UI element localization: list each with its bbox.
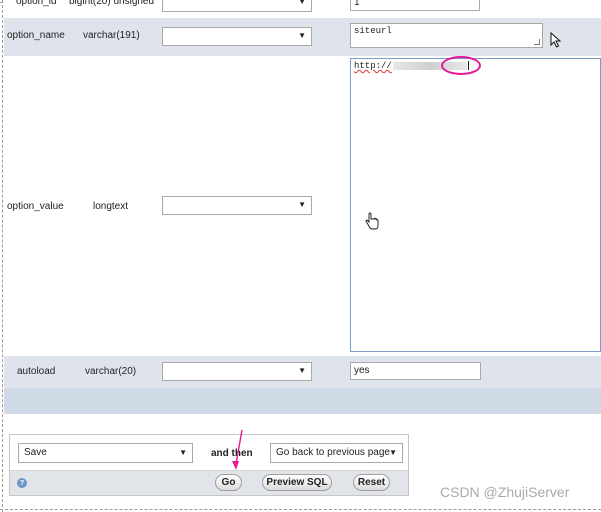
panel-button-bar: ? Go Preview SQL Reset <box>10 470 408 495</box>
bottom-dashed-border <box>0 509 601 510</box>
preview-sql-button[interactable]: Preview SQL <box>262 474 332 491</box>
column-type: varchar(191) <box>83 30 140 41</box>
help-icon[interactable]: ? <box>17 478 27 488</box>
triangle-down-icon: ▼ <box>298 200 306 209</box>
triangle-down-icon: ▼ <box>179 448 187 457</box>
action-select-value: Save <box>24 447 47 458</box>
option-name-textarea[interactable]: siteurl <box>350 23 543 48</box>
row-option-id: option_id bigint(20) unsigned ▼ 1 <box>4 0 601 14</box>
watermark: CSDN @ZhujiServer <box>440 484 570 500</box>
column-type: varchar(20) <box>85 366 137 377</box>
action-select[interactable]: Save ▼ <box>18 443 193 463</box>
column-name: option_id <box>16 0 57 7</box>
resize-grip-icon[interactable] <box>534 39 540 45</box>
annotation-ellipse <box>441 56 481 75</box>
action-panel: Save ▼ and then Go back to previous page… <box>9 434 409 496</box>
triangle-down-icon: ▼ <box>298 0 306 6</box>
reset-button[interactable]: Reset <box>353 474 390 491</box>
function-select[interactable]: ▼ <box>162 27 312 46</box>
after-insert-select[interactable]: Go back to previous page ▼ <box>270 443 403 463</box>
row-option-value: option_value longtext ▼ http:// <box>4 56 601 356</box>
blank-row <box>4 388 601 414</box>
annotation-arrow-icon <box>232 429 243 470</box>
autoload-value: yes <box>354 365 370 376</box>
go-button[interactable]: Go <box>215 474 242 491</box>
option-value-text: http:// <box>354 61 392 71</box>
option-name-value: siteurl <box>354 26 392 36</box>
column-type: longtext <box>93 201 129 212</box>
triangle-down-icon: ▼ <box>298 31 306 40</box>
option-id-input[interactable]: 1 <box>350 0 480 11</box>
after-insert-select-value: Go back to previous page <box>276 447 390 458</box>
row-autoload: autoload varchar(20) ▼ yes <box>4 356 601 388</box>
column-name: option_name <box>7 30 65 41</box>
function-select[interactable]: ▼ <box>162 196 312 215</box>
column-name: autoload <box>17 366 56 377</box>
row-option-name: option_name varchar(191) ▼ siteurl <box>4 18 601 56</box>
arrow-cursor-icon <box>550 32 562 48</box>
left-dashed-border <box>2 0 3 512</box>
function-select[interactable]: ▼ <box>162 0 312 12</box>
option-value-textarea[interactable]: http:// <box>350 58 601 352</box>
column-name: option_value <box>7 201 64 212</box>
function-select[interactable]: ▼ <box>162 362 312 381</box>
triangle-down-icon: ▼ <box>298 366 306 375</box>
option-id-value: 1 <box>354 0 360 8</box>
autoload-input[interactable]: yes <box>350 362 481 380</box>
hand-cursor-icon <box>365 212 379 230</box>
column-type: bigint(20) unsigned <box>69 0 155 7</box>
triangle-down-icon: ▼ <box>389 448 397 457</box>
